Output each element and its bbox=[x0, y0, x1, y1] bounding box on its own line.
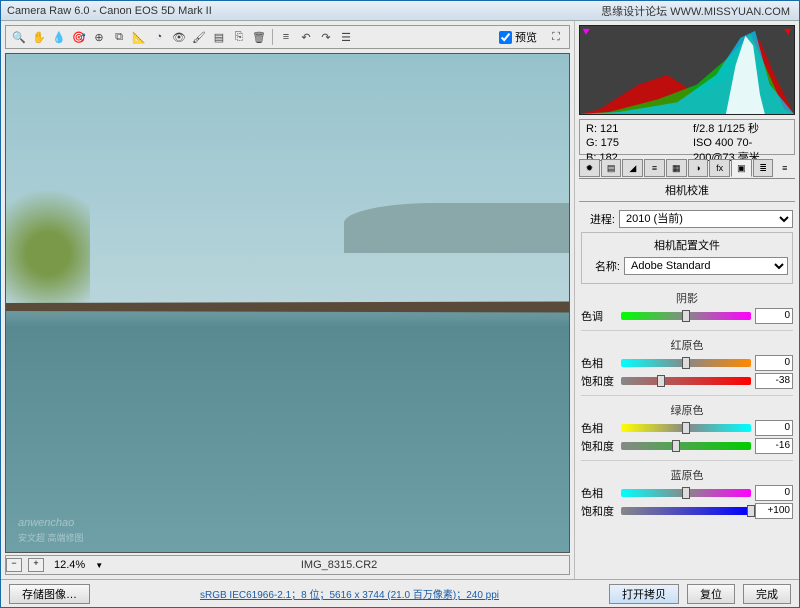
blue-sat-value[interactable]: +100 bbox=[755, 503, 793, 519]
red-hue-slider[interactable] bbox=[621, 359, 751, 367]
done-button[interactable]: 完成 bbox=[743, 584, 791, 604]
reset-button[interactable]: 复位 bbox=[687, 584, 735, 604]
profile-select[interactable]: Adobe Standard bbox=[624, 257, 788, 275]
tab-basic[interactable]: ✹ bbox=[579, 159, 600, 177]
red-sat-label: 饱和度 bbox=[581, 373, 617, 389]
blue-sat-label: 饱和度 bbox=[581, 503, 617, 519]
blue-hue-label: 色相 bbox=[581, 485, 617, 501]
info-readout: R: 121 G: 175 B: 182 f/2.8 1/125 秒 ISO 4… bbox=[579, 119, 795, 155]
footer: 存储图像… sRGB IEC61966-2.1；8 位；5616 x 3744 … bbox=[1, 579, 799, 607]
toolbar: 🔍 ✋ 💧 🎯 ⊕ ⧉ 📐 ◔ 👁 🖌 ▤ ⎘ 🗑 ≡ ↶ ↷ ☰ 预览 ⛶ bbox=[5, 25, 570, 49]
red-hue-label: 色相 bbox=[581, 355, 617, 371]
profile-label: 名称: bbox=[586, 258, 620, 274]
process-select[interactable]: 2010 (当前) bbox=[619, 210, 793, 228]
tab-calibration[interactable]: ▣ bbox=[731, 159, 752, 177]
prefs-icon[interactable]: ☰ bbox=[337, 28, 355, 46]
fullscreen-icon[interactable]: ⛶ bbox=[547, 28, 565, 46]
red-title: 红原色 bbox=[581, 337, 793, 353]
titlebar: Camera Raw 6.0 - Canon EOS 5D Mark II 思缘… bbox=[1, 1, 799, 21]
zoom-out-button[interactable]: − bbox=[6, 558, 22, 572]
clone-icon[interactable]: ⎘ bbox=[230, 28, 248, 46]
grad-icon[interactable]: ▤ bbox=[210, 28, 228, 46]
panel-title: 相机校准 bbox=[579, 179, 795, 202]
zoom-in-button[interactable]: + bbox=[28, 558, 44, 572]
list-icon[interactable]: ≡ bbox=[277, 28, 295, 46]
spot-icon[interactable]: ◔ bbox=[150, 28, 168, 46]
zoom-dropdown-icon[interactable]: ▼ bbox=[95, 561, 103, 570]
zoom-icon[interactable]: 🔍 bbox=[10, 28, 28, 46]
histogram[interactable] bbox=[579, 25, 795, 115]
hand-icon[interactable]: ✋ bbox=[30, 28, 48, 46]
zoom-bar: − + 12.4% ▼ IMG_8315.CR2 bbox=[5, 555, 570, 575]
level-icon[interactable]: 📐 bbox=[130, 28, 148, 46]
tab-split[interactable]: ▦ bbox=[666, 159, 687, 177]
open-button[interactable]: 打开拷贝 bbox=[609, 584, 679, 604]
tab-detail[interactable]: ◢ bbox=[622, 159, 643, 177]
red-sat-value[interactable]: -38 bbox=[755, 373, 793, 389]
workflow-link[interactable]: sRGB IEC61966-2.1；8 位；5616 x 3744 (21.0 … bbox=[98, 586, 601, 601]
green-hue-slider[interactable] bbox=[621, 424, 751, 432]
preview-label: 预览 bbox=[515, 29, 537, 45]
blue-title: 蓝原色 bbox=[581, 467, 793, 483]
target-icon[interactable]: ⊕ bbox=[90, 28, 108, 46]
tab-lens[interactable]: ◑ bbox=[688, 159, 709, 177]
left-pane: 🔍 ✋ 💧 🎯 ⊕ ⧉ 📐 ◔ 👁 🖌 ▤ ⎘ 🗑 ≡ ↶ ↷ ☰ 预览 ⛶ bbox=[1, 21, 574, 579]
green-hue-value[interactable]: 0 bbox=[755, 420, 793, 436]
process-label: 进程: bbox=[581, 211, 615, 227]
image-preview[interactable]: anwenchao 安文超 高端修图 bbox=[5, 53, 570, 553]
watermark-top: 思缘设计论坛 WWW.MISSYUAN.COM bbox=[601, 3, 790, 19]
window-title: Camera Raw 6.0 - Canon EOS 5D Mark II bbox=[7, 5, 212, 17]
save-button[interactable]: 存储图像… bbox=[9, 584, 90, 604]
profile-group: 相机配置文件 名称: Adobe Standard bbox=[581, 232, 793, 284]
preview-toggle[interactable]: 预览 bbox=[499, 29, 537, 45]
eyedropper-s-icon[interactable]: 💧 bbox=[50, 28, 68, 46]
blue-hue-value[interactable]: 0 bbox=[755, 485, 793, 501]
zoom-level[interactable]: 12.4% bbox=[50, 559, 89, 571]
shadow-tint-label: 色调 bbox=[581, 308, 617, 324]
shadow-tint-slider[interactable] bbox=[621, 312, 751, 320]
main-area: 🔍 ✋ 💧 🎯 ⊕ ⧉ 📐 ◔ 👁 🖌 ▤ ⎘ 🗑 ≡ ↶ ↷ ☰ 预览 ⛶ bbox=[1, 21, 799, 579]
watermark-image: anwenchao 安文超 高端修图 bbox=[18, 510, 84, 544]
tab-hsl[interactable]: ≡ bbox=[644, 159, 665, 177]
panel-body: 进程: 2010 (当前) 相机配置文件 名称: Adobe Standard … bbox=[575, 202, 799, 579]
shadow-tint-value[interactable]: 0 bbox=[755, 308, 793, 324]
green-sat-slider[interactable] bbox=[621, 442, 751, 450]
tab-curve[interactable]: ▤ bbox=[601, 159, 622, 177]
filename: IMG_8315.CR2 bbox=[109, 559, 569, 571]
exposure-info: f/2.8 1/125 秒 bbox=[693, 122, 788, 136]
panel-menu-icon[interactable]: ≡ bbox=[774, 159, 795, 177]
blue-hue-slider[interactable] bbox=[621, 489, 751, 497]
profile-box-title: 相机配置文件 bbox=[586, 237, 788, 253]
green-hue-label: 色相 bbox=[581, 420, 617, 436]
rotate-cw-icon[interactable]: ↷ bbox=[317, 28, 335, 46]
photo-content: anwenchao 安文超 高端修图 bbox=[6, 54, 569, 552]
red-hue-value[interactable]: 0 bbox=[755, 355, 793, 371]
rgb-g: G: 175 bbox=[586, 136, 681, 150]
brush-icon[interactable]: 🖌 bbox=[190, 28, 208, 46]
shadow-title: 阴影 bbox=[581, 290, 793, 306]
separator bbox=[272, 29, 273, 45]
redeye-icon[interactable]: 👁 bbox=[170, 28, 188, 46]
eyedropper-icon[interactable]: 🎯 bbox=[70, 28, 88, 46]
green-title: 绿原色 bbox=[581, 402, 793, 418]
green-sat-value[interactable]: -16 bbox=[755, 438, 793, 454]
tab-presets[interactable]: ≣ bbox=[753, 159, 774, 177]
preview-checkbox[interactable] bbox=[499, 31, 512, 44]
crop-icon[interactable]: ⧉ bbox=[110, 28, 128, 46]
blue-sat-slider[interactable] bbox=[621, 507, 751, 515]
tab-strip: ✹ ▤ ◢ ≡ ▦ ◑ fx ▣ ≣ ≡ bbox=[579, 159, 795, 179]
green-sat-label: 饱和度 bbox=[581, 438, 617, 454]
red-sat-slider[interactable] bbox=[621, 377, 751, 385]
right-panel: R: 121 G: 175 B: 182 f/2.8 1/125 秒 ISO 4… bbox=[574, 21, 799, 579]
trash-icon[interactable]: 🗑 bbox=[250, 28, 268, 46]
rotate-ccw-icon[interactable]: ↶ bbox=[297, 28, 315, 46]
tab-fx[interactable]: fx bbox=[709, 159, 730, 177]
rgb-r: R: 121 bbox=[586, 122, 681, 136]
